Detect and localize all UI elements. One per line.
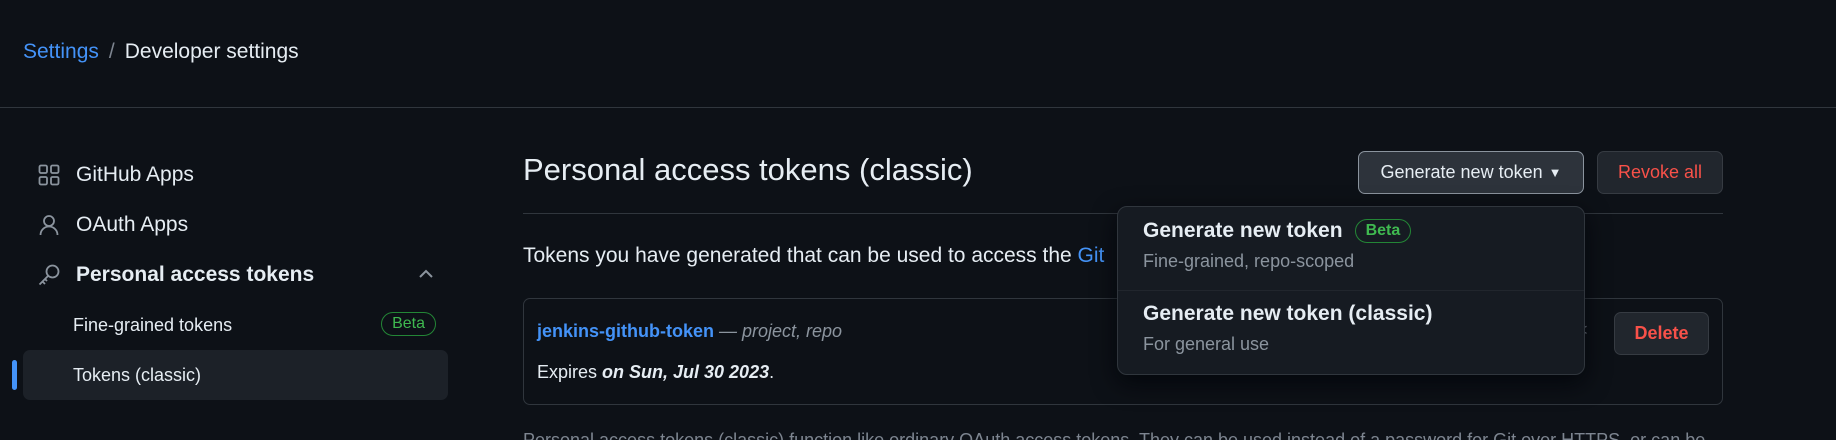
beta-badge: Beta (1354, 219, 1412, 243)
person-icon (36, 212, 62, 238)
key-icon (36, 262, 62, 288)
token-name-link[interactable]: jenkins-github-token (537, 321, 714, 341)
intro-link[interactable]: Git (1078, 244, 1105, 267)
breadcrumb-separator: / (108, 40, 115, 63)
sidebar-subitem-fine-grained-tokens[interactable]: Fine-grained tokens Beta (23, 300, 448, 350)
sidebar-item-label: Personal access tokens (76, 263, 315, 286)
generate-token-dropdown-menu: Generate new token Beta Fine-grained, re… (1117, 206, 1585, 375)
sidebar-subitem-tokens-classic[interactable]: Tokens (classic) (12, 350, 448, 400)
sidebar-item-label: GitHub Apps (76, 163, 194, 186)
menu-item-generate-fine-grained[interactable]: Generate new token Beta Fine-grained, re… (1118, 219, 1584, 291)
sidebar-subitem-label: Tokens (classic) (73, 364, 202, 385)
token-scopes: — project, repo (714, 321, 843, 341)
beta-badge: Beta (381, 312, 436, 336)
sidebar-item-oauth-apps[interactable]: OAuth Apps (23, 200, 448, 250)
menu-item-subtitle: For general use (1143, 334, 1270, 354)
breadcrumb-settings-link[interactable]: Settings (23, 40, 99, 64)
menu-item-title: Generate new token Beta (1143, 219, 1584, 243)
token-expiry: Expires on Sun, Jul 30 2023. (537, 362, 774, 383)
sidebar-subitem-label: Fine-grained tokens (73, 314, 233, 335)
active-indicator (12, 360, 17, 390)
generate-new-token-button[interactable]: Generate new token ▼ (1358, 151, 1584, 194)
token-header: jenkins-github-token — project, repo (537, 321, 842, 342)
revoke-all-button[interactable]: Revoke all (1597, 151, 1723, 194)
top-bar: Settings / Developer settings (0, 0, 1836, 108)
expiry-prefix: Expires (537, 362, 603, 382)
generate-new-token-label: Generate new token (1380, 162, 1543, 182)
sidebar-item-label: OAuth Apps (76, 213, 189, 236)
menu-item-title-text: Generate new token (classic) (1143, 302, 1433, 325)
menu-item-subtitle: Fine-grained, repo-scoped (1143, 251, 1355, 271)
page-title: Personal access tokens (classic) (523, 152, 973, 187)
intro-text-body: Tokens you have generated that can be us… (523, 244, 1078, 267)
breadcrumb: Settings / Developer settings (23, 40, 299, 64)
menu-item-title-text: Generate new token (1143, 219, 1343, 242)
sidebar-item-personal-access-tokens[interactable]: Personal access tokens (23, 250, 448, 300)
breadcrumb-current: Developer settings (124, 40, 299, 63)
sidebar: GitHub Apps OAuth Apps Personal access t… (12, 150, 448, 400)
intro-text: Tokens you have generated that can be us… (523, 244, 1104, 268)
apps-grid-icon (36, 162, 62, 188)
caret-down-icon: ▼ (1548, 165, 1562, 180)
footer-description: Personal access tokens (classic) functio… (523, 430, 1706, 440)
sidebar-item-github-apps[interactable]: GitHub Apps (23, 150, 448, 200)
menu-item-title: Generate new token (classic) (1143, 302, 1584, 326)
delete-token-button[interactable]: Delete (1614, 312, 1709, 355)
expiry-suffix: . (769, 362, 775, 382)
expiry-date: on Sun, Jul 30 2023 (602, 362, 770, 382)
menu-item-generate-classic[interactable]: Generate new token (classic) For general… (1118, 302, 1584, 374)
chevron-up-icon[interactable] (416, 264, 436, 290)
